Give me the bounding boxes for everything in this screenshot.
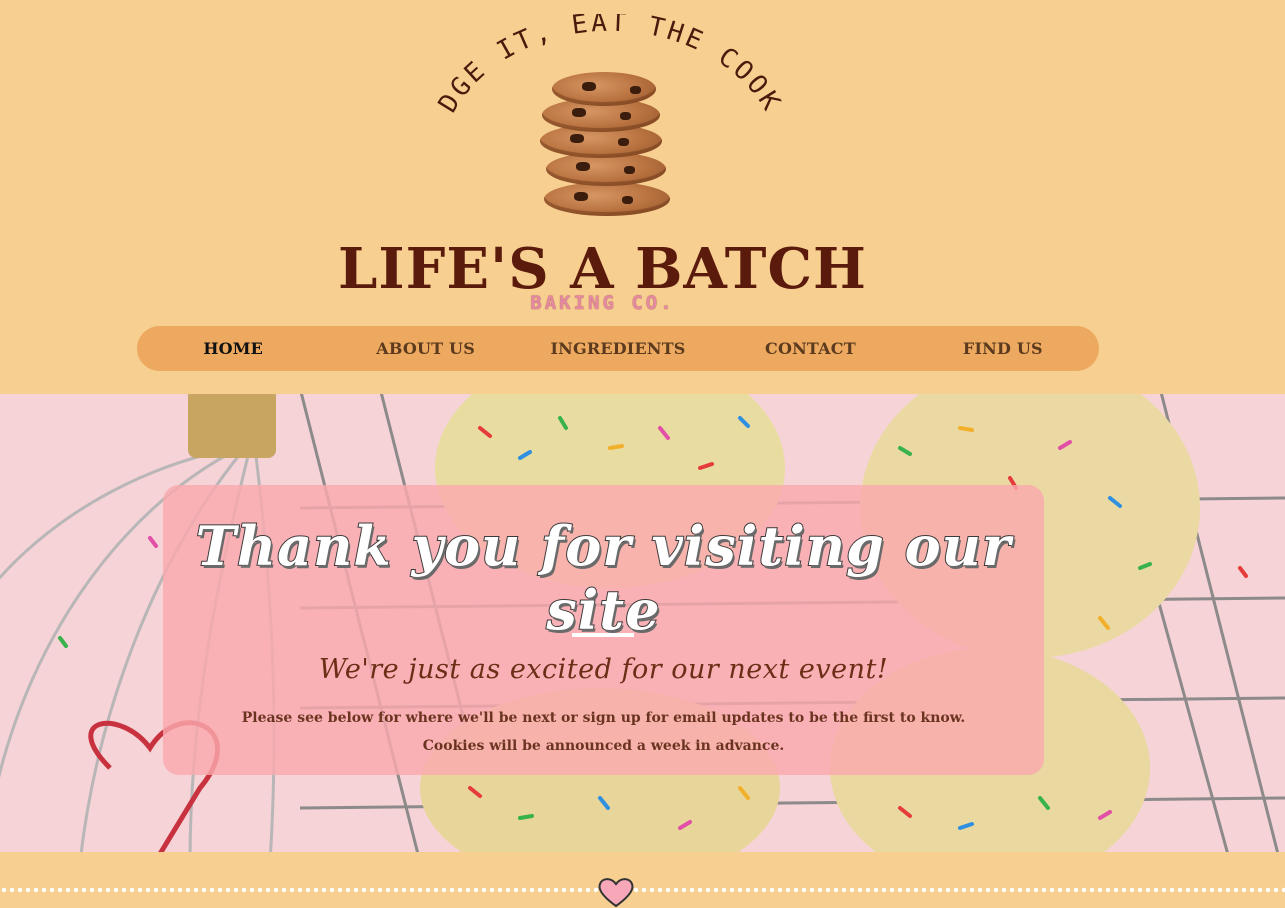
nav-item-home[interactable]: HOME (137, 339, 329, 358)
nav-item-about-us[interactable]: ABOUT US (329, 339, 521, 358)
hero-body-line-1: Please see below for where we'll be next… (241, 710, 966, 726)
nav-item-ingredients[interactable]: INGREDIENTS (522, 339, 714, 358)
hero-divider (572, 633, 634, 637)
dotted-divider (0, 887, 1285, 893)
nav-item-find-us[interactable]: FIND US (907, 339, 1099, 358)
site-logo[interactable]: FUDGE IT, EAT THE COOKIE LIFE'S A BATCH … (0, 0, 1285, 330)
main-nav: HOME ABOUT US INGREDIENTS CONTACT FIND U… (137, 326, 1099, 371)
hero-subhead: We're just as excited for our next event… (318, 654, 889, 685)
cookie-stack-icon (538, 72, 672, 224)
hero-body-line-2: Cookies will be announced a week in adva… (422, 738, 785, 754)
heart-icon (598, 878, 634, 908)
hero-headline: Thank you for visiting our site (195, 513, 1012, 643)
brand-subtitle: BAKING CO. (530, 292, 675, 314)
nav-item-contact[interactable]: CONTACT (714, 339, 906, 358)
